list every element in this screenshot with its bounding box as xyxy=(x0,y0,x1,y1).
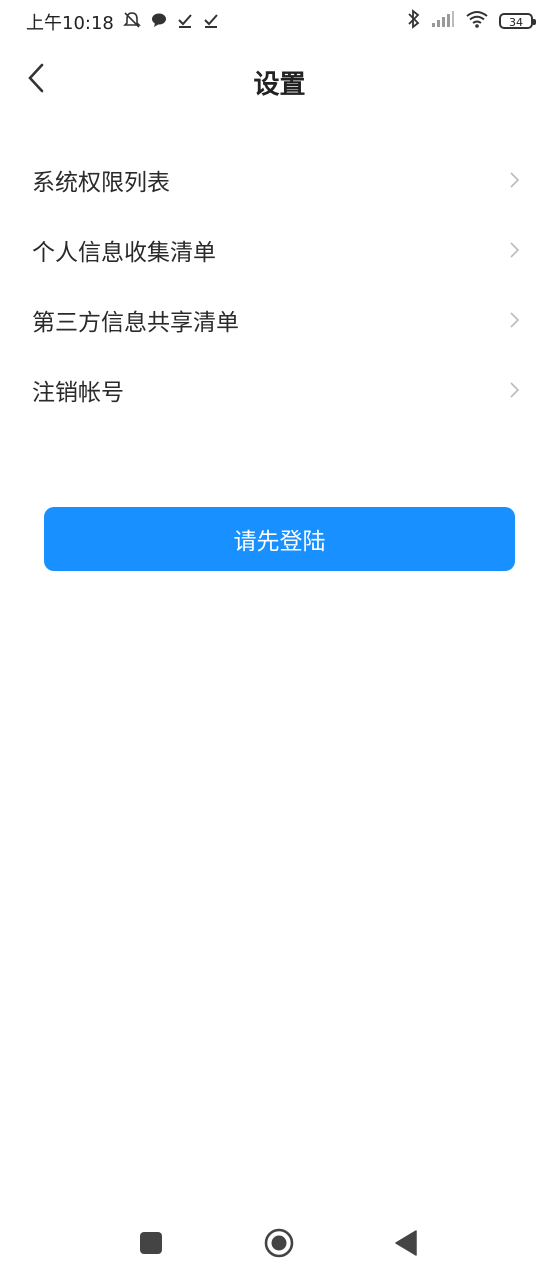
wifi-icon xyxy=(465,10,489,32)
menu-item-personal-info-collection[interactable]: 个人信息收集清单 xyxy=(0,215,559,285)
battery-icon: 34 xyxy=(499,13,536,29)
chevron-right-icon xyxy=(509,241,521,259)
menu-item-third-party-sharing[interactable]: 第三方信息共享清单 xyxy=(0,285,559,355)
settings-menu: 系统权限列表 个人信息收集清单 第三方信息共享清单 注销帐号 xyxy=(0,145,559,425)
check-icon xyxy=(176,11,194,34)
back-triangle-icon[interactable] xyxy=(394,1229,418,1257)
mute-icon xyxy=(122,10,142,35)
home-icon[interactable] xyxy=(264,1228,294,1258)
page-title: 设置 xyxy=(253,70,306,100)
login-button[interactable]: 请先登陆 xyxy=(44,507,515,571)
menu-item-label: 个人信息收集清单 xyxy=(32,240,216,266)
message-icon xyxy=(150,11,168,34)
menu-item-system-permissions[interactable]: 系统权限列表 xyxy=(0,145,559,215)
menu-item-label: 第三方信息共享清单 xyxy=(32,310,239,336)
system-nav-bar xyxy=(0,1215,559,1271)
status-time: 上午10:18 xyxy=(26,13,114,34)
menu-item-label: 系统权限列表 xyxy=(32,170,170,196)
bluetooth-icon xyxy=(407,9,421,33)
settings-screen: 上午10:18 34 设置 系统权限列表 个人信息收集清单 第三方信息共享清单 … xyxy=(0,0,559,1280)
check-icon xyxy=(202,11,220,34)
menu-item-label: 注销帐号 xyxy=(32,380,124,406)
status-bar: 上午10:18 34 xyxy=(0,0,559,42)
chevron-right-icon xyxy=(509,311,521,329)
menu-item-delete-account[interactable]: 注销帐号 xyxy=(0,355,559,425)
status-right: 34 xyxy=(407,9,536,33)
header: 设置 xyxy=(0,50,559,114)
status-left: 上午10:18 xyxy=(26,9,220,35)
signal-icon xyxy=(431,10,455,32)
chevron-right-icon xyxy=(509,171,521,189)
chevron-right-icon xyxy=(509,381,521,399)
recent-apps-icon[interactable] xyxy=(140,1232,162,1254)
